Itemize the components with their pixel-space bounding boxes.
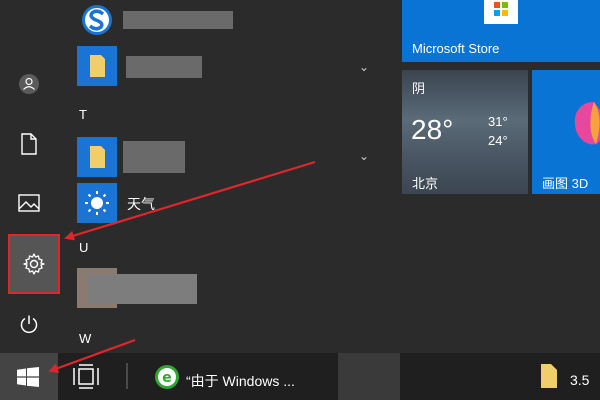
annotation-arrows [48, 160, 316, 373]
arrow-to-settings [64, 160, 316, 241]
arrow-to-start [48, 338, 136, 373]
